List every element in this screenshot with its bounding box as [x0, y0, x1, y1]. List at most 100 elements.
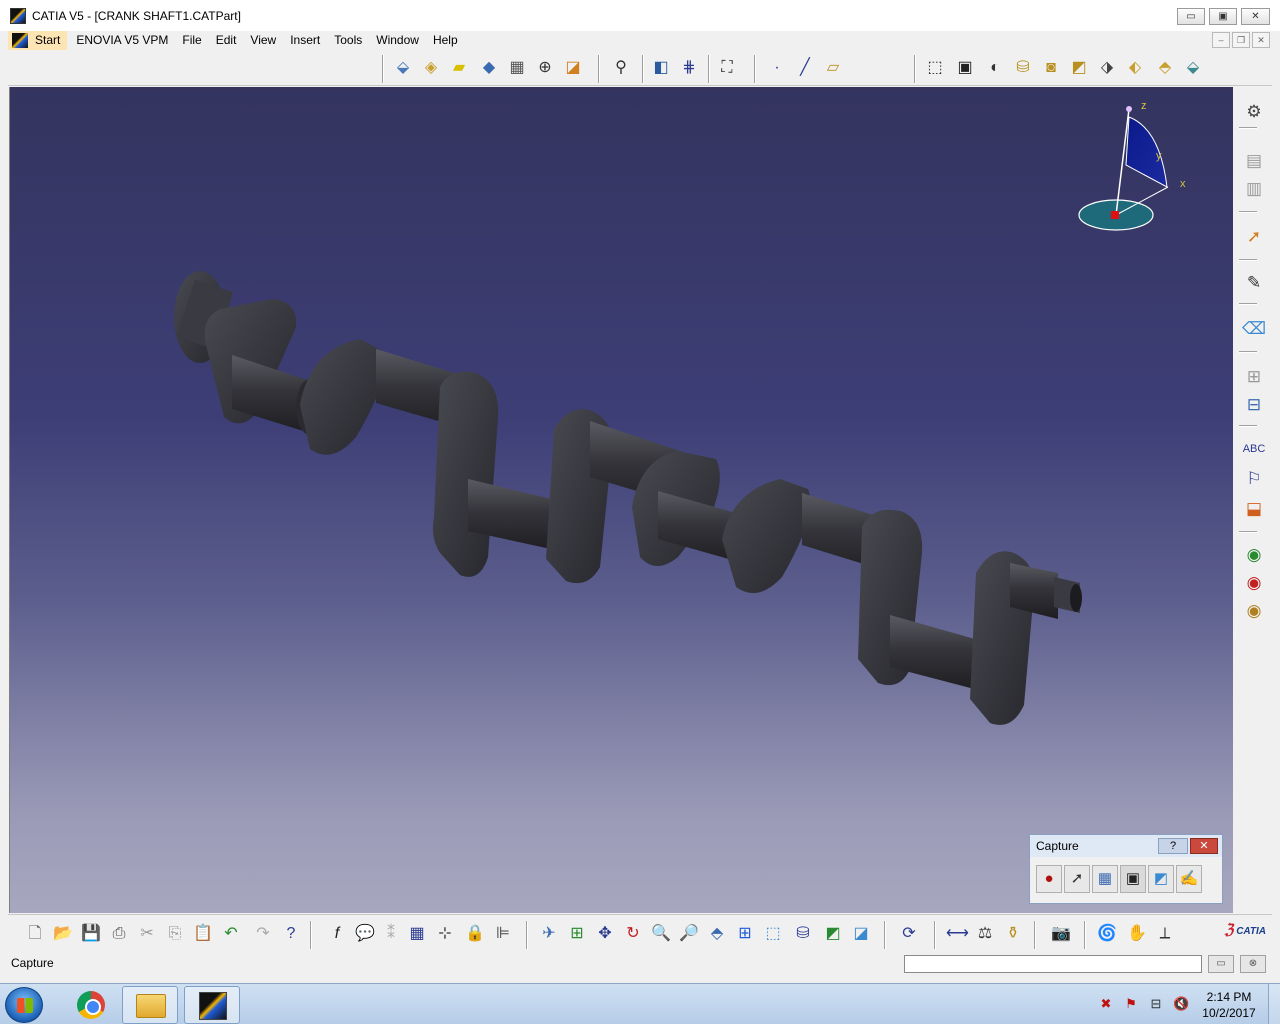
network-error-icon[interactable]: ✖ — [1098, 996, 1114, 1012]
hand-icon[interactable]: ✋ — [1126, 923, 1148, 945]
view-mode-icon[interactable]: ⛁ — [792, 923, 814, 945]
update-icon[interactable]: ⟳ — [898, 923, 920, 945]
spiral-icon[interactable]: 🌀 — [1096, 923, 1118, 945]
tree-icon[interactable]: ⊹ — [434, 923, 456, 945]
status-stop-button[interactable]: ⊗ — [1240, 955, 1266, 973]
fit-all-in-icon[interactable]: ⊞ — [566, 923, 588, 945]
copy-icon[interactable]: ⎘ — [164, 923, 186, 945]
measure-icon[interactable]: ⚲ — [610, 57, 632, 79]
axis-icon[interactable]: ⟂ — [1154, 923, 1176, 945]
taskbar-catia[interactable] — [184, 986, 240, 1024]
apply-material-icon[interactable]: ⬘ — [1154, 57, 1176, 79]
capture-help-button[interactable]: ? — [1158, 838, 1188, 854]
fit-all-icon[interactable]: ⛶ — [716, 57, 738, 79]
volume-muted-icon[interactable]: 🔇 — [1173, 996, 1189, 1012]
analysis-icon[interactable]: ◉ — [1242, 571, 1266, 595]
grid-icon[interactable]: ⋕ — [678, 57, 700, 79]
shell-icon[interactable]: ◆ — [478, 57, 500, 79]
show-desktop-button[interactable] — [1268, 984, 1280, 1024]
multi-view-icon[interactable]: ⊞ — [734, 923, 756, 945]
surface-icon[interactable]: ◪ — [562, 57, 584, 79]
paste-icon[interactable]: 📋 — [192, 923, 214, 945]
maximize-button[interactable]: ▣ — [1209, 8, 1237, 25]
print-icon[interactable]: ⎙ — [108, 923, 130, 945]
gear-icon[interactable]: ⚙ — [1242, 100, 1266, 124]
insert-part-icon[interactable]: ⬓ — [1242, 497, 1266, 521]
normal-view-icon[interactable]: ⬘ — [706, 923, 728, 945]
shading-icon[interactable]: ◐ — [984, 57, 1006, 79]
hide-show-icon[interactable]: ◩ — [822, 923, 844, 945]
swap-visible-icon[interactable]: ◪ — [850, 923, 872, 945]
measure-between-icon[interactable]: ⟷ — [946, 923, 969, 945]
zoom-out-icon[interactable]: 🔎 — [678, 923, 700, 945]
rules-icon[interactable]: ◉ — [1242, 599, 1266, 623]
material-icon[interactable]: ⬖ — [1124, 57, 1146, 79]
formula-icon[interactable]: f — [326, 923, 348, 945]
redo-icon[interactable]: ↷ — [252, 923, 274, 945]
flag-note-icon[interactable]: ⚐ — [1242, 467, 1266, 491]
design-table-icon[interactable]: ▦ — [406, 923, 428, 945]
pad-icon[interactable]: ⬙ — [392, 57, 414, 79]
options-icon[interactable]: ▦ — [1092, 865, 1118, 893]
doc-minimize-button[interactable]: – — [1212, 32, 1230, 48]
taskbar-chrome[interactable] — [62, 986, 118, 1024]
windows-start-button[interactable] — [5, 987, 43, 1023]
customize-view-icon[interactable]: ⬙ — [1182, 57, 1204, 79]
status-options-button[interactable]: ▭ — [1208, 955, 1234, 973]
network-icon[interactable]: ⊟ — [1148, 996, 1164, 1012]
line-icon[interactable]: ╱ — [794, 57, 816, 79]
3d-viewport[interactable]: z y x — [9, 87, 1233, 913]
pattern-icon[interactable]: ⊟ — [1242, 393, 1266, 417]
whats-this-icon[interactable]: ? — [280, 923, 302, 945]
solid-icon[interactable]: ▰ — [448, 57, 470, 79]
new-file-icon[interactable]: 🗋 — [24, 923, 46, 945]
menu-file[interactable]: File — [175, 31, 208, 50]
system-clock[interactable]: 2:14 PM 10/2/2017 — [1196, 989, 1262, 1021]
measure-item-icon[interactable]: ⚖ — [974, 923, 996, 945]
sketch-icon[interactable]: ✎ — [1242, 271, 1266, 295]
zoom-in-icon[interactable]: 🔍 — [650, 923, 672, 945]
album-icon[interactable]: ✍ — [1176, 865, 1202, 893]
target-icon[interactable]: ⊕ — [534, 57, 556, 79]
save-icon[interactable]: 💾 — [80, 923, 102, 945]
fly-mode-icon[interactable]: ✈ — [538, 923, 560, 945]
text-annotation-icon[interactable]: ABC — [1242, 437, 1266, 461]
open-folder-icon[interactable]: 📂 — [52, 923, 74, 945]
capture-title-bar[interactable]: Capture ? ✕ — [1030, 835, 1222, 857]
structure-icon[interactable]: ⊞ — [1242, 365, 1266, 389]
check-icon[interactable]: ◉ — [1242, 543, 1266, 567]
table-link-icon[interactable]: ▥ — [1242, 177, 1266, 201]
camera-icon[interactable]: 📷 — [1050, 923, 1072, 945]
close-button[interactable]: ✕ — [1241, 8, 1270, 25]
isometric-view-icon[interactable]: ⬚ — [924, 57, 946, 79]
menu-tools[interactable]: Tools — [327, 31, 369, 50]
select-arrow-icon[interactable]: ➚ — [1242, 225, 1266, 249]
picture-icon[interactable]: ◩ — [1148, 865, 1174, 893]
capture-close-button[interactable]: ✕ — [1190, 838, 1218, 854]
hidden-edges-icon[interactable]: ⬗ — [1096, 57, 1118, 79]
select-mode-icon[interactable]: ➚ — [1064, 865, 1090, 893]
undo-icon[interactable]: ↶ — [220, 923, 242, 945]
knowledge-icon[interactable]: ⁑ — [380, 923, 402, 945]
wireframe-box-icon[interactable]: ▦ — [506, 57, 528, 79]
menu-enovia[interactable]: ENOVIA V5 VPM — [69, 31, 175, 50]
rotate-icon[interactable]: ↻ — [622, 923, 644, 945]
plane-icon[interactable]: ▱ — [822, 57, 844, 79]
taskbar-explorer[interactable] — [122, 986, 178, 1024]
pocket-icon[interactable]: ◈ — [420, 57, 442, 79]
table-icon[interactable]: ▤ — [1242, 149, 1266, 173]
menu-insert[interactable]: Insert — [283, 31, 327, 50]
command-input[interactable] — [904, 955, 1202, 973]
pan-icon[interactable]: ✥ — [594, 923, 616, 945]
record-icon[interactable]: ● — [1036, 865, 1062, 893]
compass[interactable]: z y x — [1078, 100, 1186, 231]
menu-help[interactable]: Help — [426, 31, 465, 50]
measure-inertia-icon[interactable]: ⚱ — [1002, 923, 1024, 945]
cut-icon[interactable]: ✂ — [136, 923, 158, 945]
minimize-button[interactable]: ▭ — [1177, 8, 1205, 25]
parameters-icon[interactable]: ⊫ — [492, 923, 514, 945]
quick-view-icon[interactable]: ⬚ — [762, 923, 784, 945]
menu-window[interactable]: Window — [369, 31, 426, 50]
doc-close-button[interactable]: ✕ — [1252, 32, 1270, 48]
menu-start[interactable]: Start — [8, 31, 68, 50]
